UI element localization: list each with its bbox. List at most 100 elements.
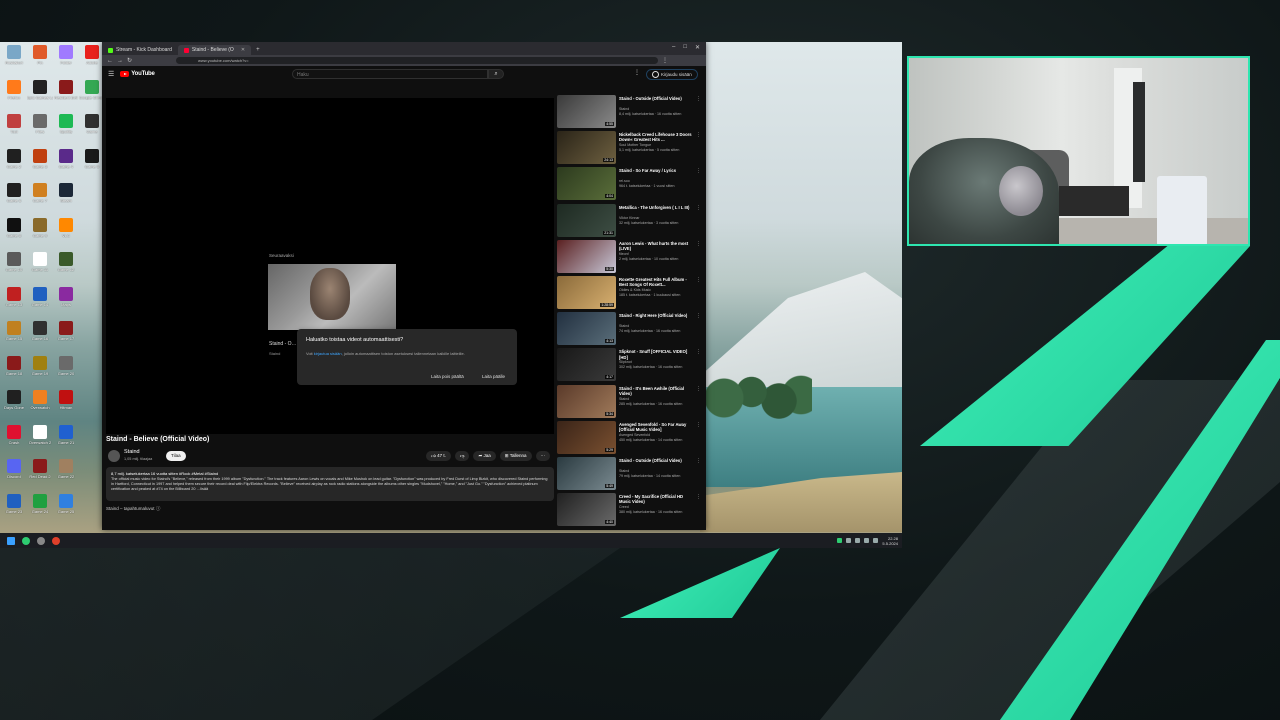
desktop-app-icon[interactable]: Roskakori: [1, 44, 27, 76]
desktop-app-icon[interactable]: Game 15: [1, 320, 27, 352]
desktop-app-icon[interactable]: Game 17: [53, 320, 79, 352]
recommendation-thumbnail[interactable]: 4:55: [557, 95, 616, 128]
recommendation-thumbnail[interactable]: 4:04: [557, 167, 616, 201]
more-options-icon[interactable]: ⋮: [696, 168, 701, 174]
desktop-app-icon[interactable]: Pin: [27, 44, 53, 76]
desktop-app-icon[interactable]: Game 16: [27, 320, 53, 352]
more-options-icon[interactable]: ⋮: [696, 422, 701, 428]
recommendation-item[interactable]: 5:29 Avenged Sevenfold - So Far Away [Off…: [557, 420, 703, 456]
save-button[interactable]: ⊞ Tallenna: [499, 451, 532, 461]
recommendation-title[interactable]: Staind - Outside (Official Video): [619, 458, 695, 463]
recommendation-item[interactable]: 5:30 Aaron Lewis - What hurts the most (L…: [557, 239, 703, 275]
desktop-app-icon[interactable]: Game 19: [27, 355, 53, 387]
recommendation-title[interactable]: Creed - My Sacrifice (Official HD Music …: [619, 494, 695, 504]
signin-button[interactable]: Kirjaudu sisään: [646, 69, 698, 80]
recommendation-thumbnail[interactable]: 4:13: [557, 312, 616, 346]
desktop-app-icon[interactable]: Game 6: [1, 182, 27, 214]
desktop-app-icon[interactable]: Game 10: [1, 251, 27, 283]
extensions-icon[interactable]: ⋮: [662, 57, 668, 64]
desktop-app-icon[interactable]: Game 24: [27, 493, 53, 525]
desktop-app-icon[interactable]: Maps: [53, 286, 79, 318]
search-icon[interactable]: ⌕: [488, 69, 504, 79]
forward-arrow-icon[interactable]: →: [117, 58, 123, 64]
more-options-icon[interactable]: ⋮: [696, 277, 701, 283]
more-options-icon[interactable]: ⋮: [696, 386, 701, 392]
autoplay-on-button[interactable]: Laita päälle: [478, 372, 509, 381]
desktop-app-icon[interactable]: Overwatch: [27, 389, 53, 421]
volume-icon[interactable]: [855, 538, 861, 543]
recommendation-thumbnail[interactable]: 4:17: [557, 348, 616, 382]
more-options-icon[interactable]: ⋮: [696, 132, 701, 138]
desktop-app-icon[interactable]: Overwatch 2: [27, 424, 53, 456]
like-button[interactable]: 👍︎ 47 t.: [426, 451, 451, 461]
channel-avatar[interactable]: [108, 450, 120, 462]
youtube-logo[interactable]: YouTube: [120, 71, 155, 77]
desktop-app-icon[interactable]: Game 8: [1, 217, 27, 249]
desktop-app-icon[interactable]: Game 4: [53, 148, 79, 180]
recommendation-item[interactable]: 21:31 Metallica - The Unforgiven ( L I L …: [557, 203, 703, 239]
desktop-app-icon[interactable]: Game 9: [27, 217, 53, 249]
desktop-app-icon[interactable]: Game 21: [53, 424, 79, 456]
video-player[interactable]: Seuraavaksi Staind - O… Staind Haluatko …: [106, 98, 554, 434]
notification-icon[interactable]: [873, 538, 879, 543]
up-next-title[interactable]: Staind - O…: [269, 341, 297, 347]
desktop-app-icon[interactable]: Firefox: [1, 79, 27, 111]
autoplay-off-button[interactable]: Laita pois päältä: [427, 372, 468, 381]
battery-icon[interactable]: [864, 538, 870, 543]
desktop-app-icon[interactable]: VLC: [53, 217, 79, 249]
desktop-app-icon[interactable]: Game 2: [1, 148, 27, 180]
more-options-icon[interactable]: ⋮: [634, 69, 640, 76]
recommendation-item[interactable]: 5:49 Staind - Outside (Official Video) Sta…: [557, 456, 703, 492]
maximize-button[interactable]: □: [683, 44, 687, 51]
recommendation-thumbnail[interactable]: 5:34: [557, 384, 616, 418]
desktop-app-icon[interactable]: Resident Evil: [53, 79, 79, 111]
more-actions-button[interactable]: ⋯: [535, 451, 550, 461]
close-tab-icon[interactable]: ✕: [241, 47, 245, 53]
more-options-icon[interactable]: ⋮: [696, 458, 701, 464]
search-input[interactable]: Haku: [292, 69, 488, 79]
more-options-icon[interactable]: ⋮: [696, 349, 701, 355]
recommendation-thumbnail[interactable]: 5:29: [557, 420, 616, 454]
network-icon[interactable]: [846, 538, 852, 543]
back-arrow-icon[interactable]: ←: [107, 58, 113, 64]
tab-youtube-video[interactable]: Staind - Believe (Official Video) ✕: [177, 45, 252, 55]
desktop-app-icon[interactable]: Game 3: [27, 148, 53, 180]
recommendation-item[interactable]: 5:34 Staind - It's Been Awhile (Official …: [557, 384, 703, 420]
more-options-icon[interactable]: ⋮: [696, 205, 701, 211]
desktop-app-icon[interactable]: Tool: [1, 113, 27, 145]
recommendation-thumbnail[interactable]: 5:49: [557, 456, 616, 490]
signin-link[interactable]: kirjautua sisään: [314, 351, 342, 356]
recommendation-title[interactable]: Avenged Sevenfold - So Far Away [Officia…: [619, 422, 695, 432]
recommendation-title[interactable]: Roxette Greatest Hits Full Album - Best …: [619, 277, 695, 287]
more-options-icon[interactable]: ⋮: [696, 241, 701, 247]
recommendation-item[interactable]: 4:13 Staind - Right Here (Official Video)…: [557, 311, 703, 347]
desktop-app-icon[interactable]: Game 13: [1, 286, 27, 318]
reload-icon[interactable]: ↻: [127, 57, 132, 64]
recommendation-thumbnail[interactable]: 4:40: [557, 493, 616, 527]
start-icon[interactable]: [7, 536, 15, 545]
recommendation-item[interactable]: 4:40 Creed - My Sacrifice (Official HD Mu…: [557, 492, 703, 528]
description-box[interactable]: 8,7 milj. katselukertaa 16 vuotta sitten…: [106, 467, 554, 501]
url-input[interactable]: www.youtube.com/watch?v=: [176, 57, 659, 64]
recommendation-item[interactable]: 1:28:59 Roxette Greatest Hits Full Album …: [557, 275, 703, 311]
new-tab-button[interactable]: +: [251, 45, 265, 55]
desktop-app-icon[interactable]: Files: [27, 113, 53, 145]
desktop-app-icon[interactable]: Game 25: [53, 493, 79, 525]
desktop-app-icon[interactable]: Game 7: [27, 182, 53, 214]
up-next-thumbnail[interactable]: [268, 264, 396, 330]
desktop-app-icon[interactable]: Crash: [1, 424, 27, 456]
recommendation-thumbnail[interactable]: 5:30: [557, 239, 616, 273]
more-options-icon[interactable]: ⋮: [696, 313, 701, 319]
share-button[interactable]: ➦ Jaa: [473, 451, 496, 461]
recommendation-item[interactable]: 4:17 Slipknot - Snuff [OFFICIAL VIDEO] [H…: [557, 347, 703, 383]
desktop-app-icon[interactable]: Game 23: [1, 493, 27, 525]
more-options-icon[interactable]: ⋮: [696, 494, 701, 500]
recommendation-thumbnail[interactable]: 24:13: [557, 131, 616, 165]
desktop-app-icon[interactable]: Hitman: [53, 389, 79, 421]
desktop-app-icon[interactable]: Game 14: [27, 286, 53, 318]
more-options-icon[interactable]: ⋮: [696, 96, 701, 102]
recommendation-thumbnail[interactable]: 1:28:59: [557, 275, 616, 309]
recommendation-title[interactable]: Staind - So Far Away / Lyrics: [619, 168, 695, 173]
recommendation-item[interactable]: 4:55 Staind - Outside (Official Video) Sta…: [557, 94, 703, 130]
subscribe-button[interactable]: Tilaa: [166, 451, 186, 461]
